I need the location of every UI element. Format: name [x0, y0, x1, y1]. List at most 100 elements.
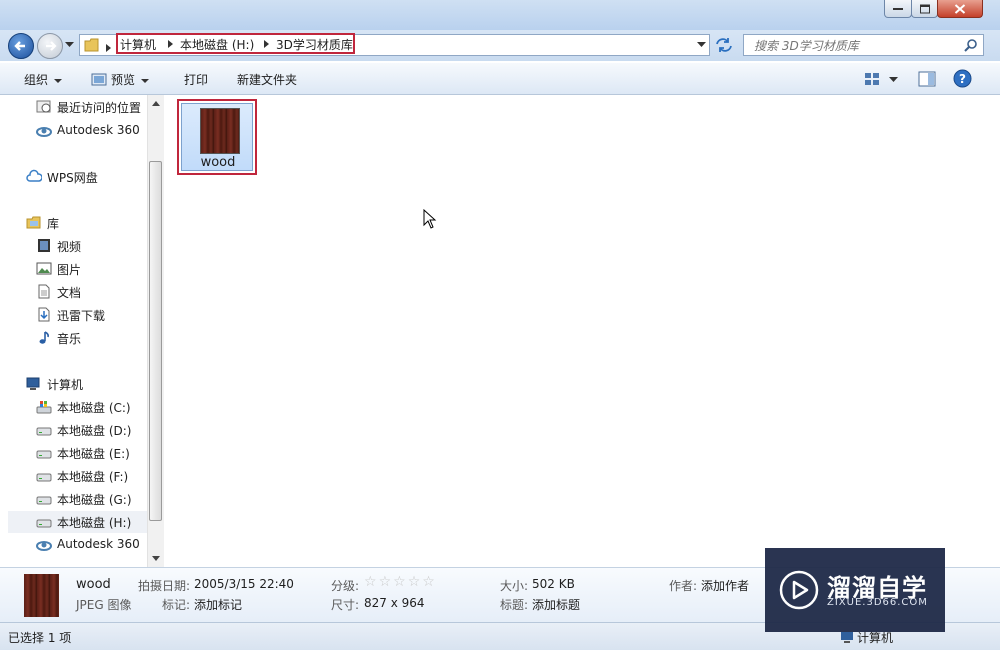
recent-places-icon: [36, 100, 51, 113]
preview-pane-icon[interactable]: [918, 71, 936, 87]
scroll-thumb[interactable]: [149, 161, 162, 521]
nav-item-label: 本地磁盘 (E:): [57, 447, 130, 461]
breadcrumb: 计算机 本地磁盘 (H:) 3D学习材质库: [116, 33, 355, 54]
forward-button[interactable]: [37, 33, 63, 59]
refresh-icon: [716, 38, 732, 52]
computer-icon: [26, 377, 40, 390]
crumb-separator-icon[interactable]: [106, 44, 111, 52]
wood-texture-thumbnail: [200, 108, 240, 154]
crumb-drive-h[interactable]: 本地磁盘 (H:): [180, 36, 254, 53]
music-icon: [39, 331, 49, 344]
organize-button[interactable]: 组织: [24, 71, 63, 88]
print-button[interactable]: 打印: [184, 71, 208, 88]
status-location-label: 计算机: [857, 631, 894, 645]
title-label: 标题:: [500, 598, 529, 612]
navigation-pane: 最近访问的位置 Autodesk 360 WPS网盘 库 视频 图片 文档 迅雷…: [0, 95, 148, 567]
drive-icon: [36, 427, 52, 436]
address-dropdown-icon[interactable]: [697, 42, 706, 48]
address-row: 计算机 本地磁盘 (H:) 3D学习材质库: [0, 30, 1000, 61]
view-dropdown-icon[interactable]: [889, 77, 898, 83]
file-item-wood[interactable]: wood: [177, 99, 257, 175]
tags-value[interactable]: 添加标记: [194, 596, 242, 613]
drive-icon: [36, 496, 52, 505]
star-icon[interactable]: ☆: [422, 574, 435, 590]
library-icon: [26, 216, 41, 229]
detail-file-type: JPEG 图像: [76, 598, 132, 612]
folder-icon: [84, 38, 99, 52]
nav-item-label: 本地磁盘 (F:): [57, 470, 129, 484]
crumb-current-folder[interactable]: 3D学习材质库: [276, 36, 353, 53]
maximize-icon: [919, 4, 930, 13]
crumb-separator-icon[interactable]: [264, 40, 269, 48]
star-icon[interactable]: ☆: [364, 574, 377, 590]
selection-status: 已选择 1 项: [8, 631, 72, 645]
title-bar: [0, 0, 1000, 30]
nav-item-label: 图片: [57, 263, 82, 277]
nav-item-label: 音乐: [57, 332, 82, 346]
command-toolbar: 组织 预览 打印 新建文件夹 ?: [0, 63, 1000, 95]
view-options-icon[interactable]: [864, 72, 880, 86]
cloud-icon: [26, 169, 42, 182]
nav-item-label: 本地磁盘 (G:): [57, 493, 132, 507]
download-icon: [38, 307, 50, 322]
title-value[interactable]: 添加标题: [532, 596, 580, 613]
file-list[interactable]: wood: [165, 95, 1000, 567]
nav-item-label: 视频: [57, 240, 82, 254]
refresh-button[interactable]: [713, 36, 737, 56]
crumb-separator-icon[interactable]: [168, 40, 173, 48]
nav-item-label: 文档: [57, 286, 82, 300]
pictures-icon: [36, 262, 52, 275]
file-selection: wood: [181, 103, 253, 171]
search-icon[interactable]: [964, 38, 978, 52]
preview-icon: [91, 73, 107, 86]
organize-label: 组织: [24, 73, 49, 87]
minimize-button[interactable]: [884, 0, 912, 18]
mouse-cursor-icon: [423, 209, 437, 229]
rating-label: 分级:: [331, 579, 360, 593]
watermark-logo-icon: [779, 570, 819, 610]
date-taken-value[interactable]: 2005/3/15 22:40: [194, 577, 294, 591]
dimensions-value: 827 x 964: [364, 596, 425, 610]
system-drive-icon: [36, 401, 52, 414]
dimensions-label: 尺寸:: [331, 598, 360, 612]
search-box[interactable]: [743, 34, 984, 56]
scroll-down-icon[interactable]: [152, 556, 160, 561]
autodesk-360-icon: [36, 127, 52, 137]
chevron-down-icon: [141, 78, 150, 83]
star-icon[interactable]: ☆: [408, 574, 421, 590]
scroll-up-icon[interactable]: [152, 101, 160, 106]
rating-stars[interactable]: ☆ ☆ ☆ ☆ ☆: [364, 574, 437, 590]
recent-pages-dropdown-icon[interactable]: [65, 42, 74, 48]
star-icon[interactable]: ☆: [379, 574, 392, 590]
new-folder-button[interactable]: 新建文件夹: [237, 71, 297, 88]
date-taken-label: 拍摄日期:: [138, 579, 191, 593]
documents-icon: [38, 284, 50, 299]
chevron-down-icon: [54, 78, 63, 83]
star-icon[interactable]: ☆: [393, 574, 406, 590]
nav-item-label: Autodesk 360: [57, 123, 140, 137]
author-value[interactable]: 添加作者: [701, 577, 749, 594]
svg-text:?: ?: [959, 72, 966, 86]
watermark: 溜溜自学 ZIXUE.3D66.COM: [765, 548, 945, 632]
close-button[interactable]: [937, 0, 983, 18]
nav-scrollbar[interactable]: [147, 95, 164, 567]
help-icon[interactable]: ?: [953, 69, 972, 88]
maximize-button[interactable]: [911, 0, 938, 18]
back-button[interactable]: [8, 33, 34, 59]
preview-button[interactable]: 预览: [91, 71, 150, 88]
watermark-subtitle: ZIXUE.3D66.COM: [827, 597, 928, 608]
drive-icon: [36, 473, 52, 482]
crumb-computer[interactable]: 计算机: [120, 36, 156, 53]
autodesk-360-icon: [36, 541, 52, 551]
nav-item-label: 迅雷下载: [57, 309, 106, 323]
nav-item-label: WPS网盘: [47, 171, 98, 185]
drive-icon: [36, 450, 52, 459]
detail-thumbnail: [24, 574, 59, 617]
file-name: wood: [200, 155, 236, 170]
forward-arrow-icon: [46, 41, 57, 51]
size-label: 大小:: [500, 579, 529, 593]
author-label: 作者:: [669, 579, 698, 593]
drive-icon: [36, 519, 52, 528]
search-input[interactable]: [752, 38, 956, 54]
close-icon: [954, 3, 966, 14]
